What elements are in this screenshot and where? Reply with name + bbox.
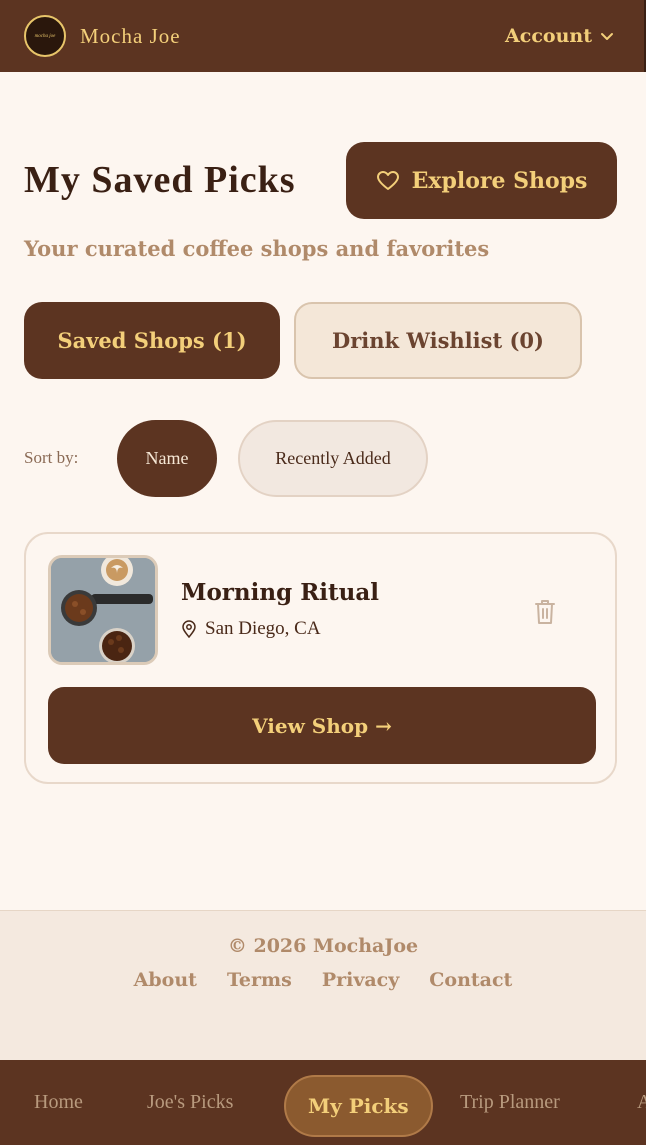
- logo-text: mocha joe: [34, 33, 56, 39]
- trash-icon[interactable]: [533, 598, 557, 626]
- footer-link-about[interactable]: About: [134, 969, 197, 991]
- brand-name[interactable]: Mocha Joe: [80, 24, 181, 49]
- sort-recently-added-button[interactable]: Recently Added: [238, 420, 428, 497]
- heart-icon: [376, 170, 399, 190]
- tab-saved-shops[interactable]: Saved Shops (1): [24, 302, 280, 379]
- coffee-photo-image: [51, 558, 155, 662]
- page-subtitle: Your curated coffee shops and favorites: [24, 236, 490, 261]
- footer-copyright: © 2026 MochaJoe: [227, 935, 419, 957]
- tab-drink-wishlist[interactable]: Drink Wishlist (0): [294, 302, 582, 379]
- footer: © 2026 MochaJoe About Terms Privacy Cont…: [0, 910, 646, 1060]
- nav-item-joes-picks[interactable]: Joe's Picks: [147, 1060, 233, 1145]
- shop-location-text: San Diego, CA: [205, 618, 321, 639]
- brand-logo[interactable]: mocha joe: [24, 15, 66, 57]
- bottom-nav: Home Joe's Picks My Picks Trip Planner A: [0, 1060, 646, 1145]
- sort-name-button[interactable]: Name: [117, 420, 217, 497]
- shop-name[interactable]: Morning Ritual: [181, 579, 379, 606]
- nav-item-home[interactable]: Home: [34, 1060, 83, 1145]
- footer-link-contact[interactable]: Contact: [429, 969, 512, 991]
- sort-label: Sort by:: [24, 448, 79, 467]
- footer-links: About Terms Privacy Contact: [0, 969, 646, 991]
- map-pin-icon: [182, 620, 196, 638]
- nav-item-trip-planner[interactable]: Trip Planner: [460, 1060, 560, 1145]
- nav-item-overflow[interactable]: A: [637, 1060, 646, 1145]
- view-shop-button[interactable]: View Shop →: [48, 687, 596, 764]
- explore-shops-label: Explore Shops: [411, 167, 588, 194]
- saved-shop-card: Morning Ritual San Diego, CA View Shop →: [24, 532, 617, 784]
- account-menu-button[interactable]: Account: [505, 25, 614, 47]
- chevron-down-icon: [601, 33, 613, 40]
- page-title: My Saved Picks: [24, 159, 296, 201]
- nav-item-my-picks[interactable]: My Picks: [284, 1075, 433, 1137]
- footer-link-terms[interactable]: Terms: [227, 969, 292, 991]
- explore-shops-button[interactable]: Explore Shops: [346, 142, 617, 219]
- shop-location: San Diego, CA: [181, 618, 321, 640]
- top-bar: mocha joe Mocha Joe Account: [0, 0, 646, 72]
- account-label: Account: [505, 25, 592, 47]
- footer-link-privacy[interactable]: Privacy: [322, 969, 399, 991]
- shop-thumbnail[interactable]: [48, 555, 158, 665]
